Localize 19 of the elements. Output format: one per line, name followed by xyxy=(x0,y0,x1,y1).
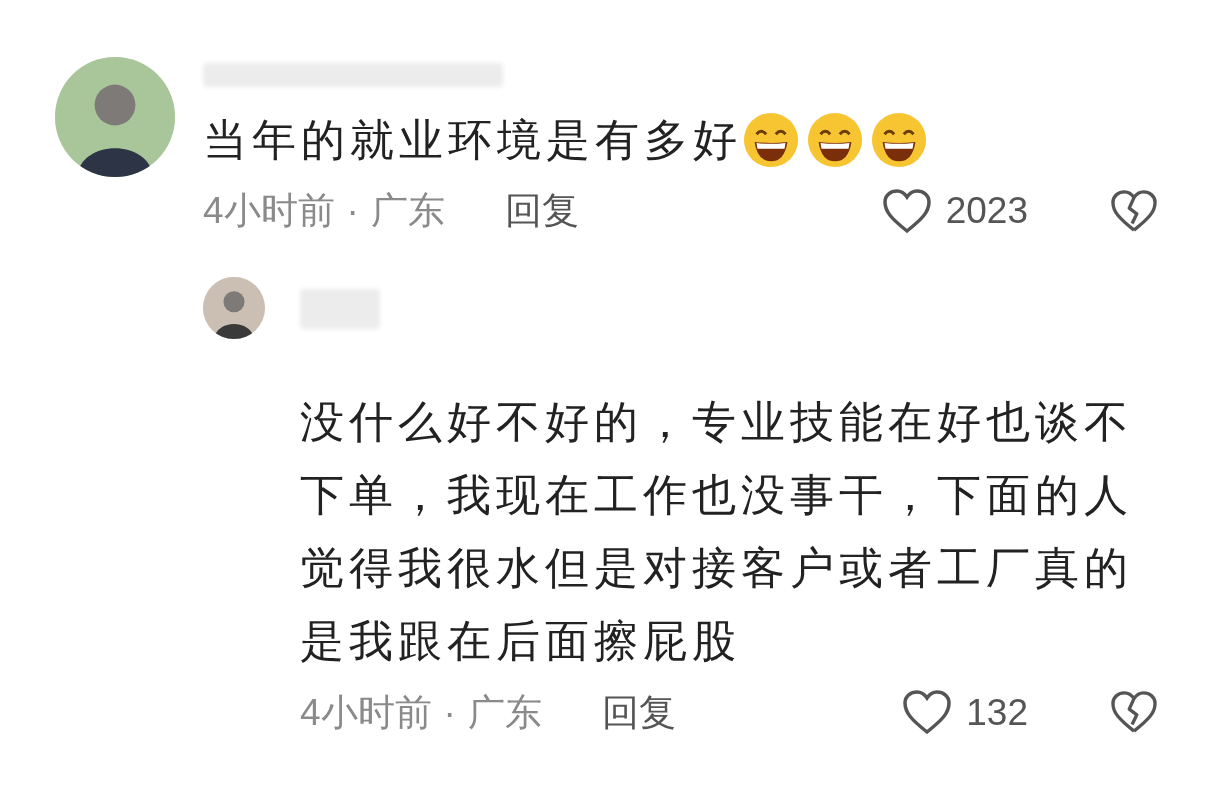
separator-dot: · xyxy=(346,189,359,233)
grinning-face-icon xyxy=(870,111,928,169)
heart-icon[interactable] xyxy=(881,187,932,234)
reply-link[interactable]: 回复 xyxy=(601,684,676,740)
reply-link[interactable]: 回复 xyxy=(504,183,579,239)
broken-heart-icon[interactable] xyxy=(1110,690,1158,735)
like-button[interactable]: 2023 xyxy=(881,183,1028,239)
grinning-face-icon xyxy=(742,111,800,169)
heart-icon[interactable] xyxy=(902,689,953,736)
separator-dot: · xyxy=(443,690,456,735)
broken-heart-icon[interactable] xyxy=(1110,188,1158,233)
location: 广东 xyxy=(467,690,542,735)
timestamp: 4小时前 xyxy=(300,690,432,735)
comment-text: 没什么好不好的，专业技能在好也谈不下单，我现在工作也没事干，下面的人觉得我很水但是对接客户或者工厂真的是我跟在后面擦屁股 xyxy=(300,395,1134,667)
grinning-face-icon xyxy=(806,111,864,169)
comment-text: 当年的就业环境是有多好 xyxy=(203,114,742,166)
timestamp: 4小时前 xyxy=(203,189,335,233)
like-button[interactable]: 132 xyxy=(902,684,1028,740)
location: 广东 xyxy=(370,189,445,233)
